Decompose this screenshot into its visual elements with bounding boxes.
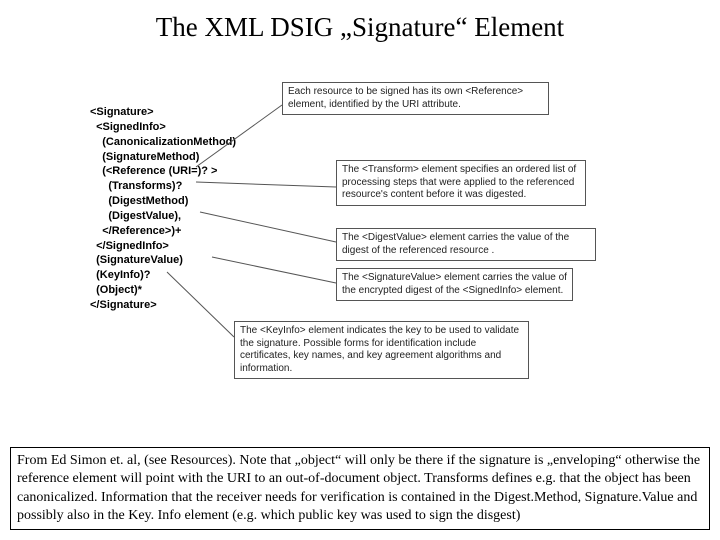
page-title: The XML DSIG „Signature“ Element xyxy=(0,0,720,43)
line-transforms: (Transforms)? xyxy=(90,180,182,192)
line-digest-value: (DigestValue), xyxy=(90,210,181,222)
line-signature-method: (SignatureMethod) xyxy=(90,151,199,163)
line-reference-open: (<Reference (URI=)? > xyxy=(90,165,217,177)
line-canonicalization: (CanonicalizationMethod) xyxy=(90,136,236,148)
line-signedinfo-close: </SignedInfo> xyxy=(90,240,169,252)
line-keyinfo: (KeyInfo)? xyxy=(90,269,151,281)
line-reference-close: </Reference>)+ xyxy=(90,225,181,237)
line-signature-value: (SignatureValue) xyxy=(90,254,183,266)
footnote-text: From Ed Simon et. al, (see Resources). N… xyxy=(10,447,710,530)
line-signature-open: <Signature> xyxy=(90,106,154,118)
callout-transform: The <Transform> element specifies an ord… xyxy=(336,160,586,206)
line-object: (Object)* xyxy=(90,284,142,296)
callout-digest: The <DigestValue> element carries the va… xyxy=(336,228,596,261)
callout-keyinfo: The <KeyInfo> element indicates the key … xyxy=(234,321,529,379)
line-digest-method: (DigestMethod) xyxy=(90,195,188,207)
line-signedinfo-open: <SignedInfo> xyxy=(90,121,166,133)
xml-structure: <Signature> <SignedInfo> (Canonicalizati… xyxy=(90,105,236,313)
callout-signature-value: The <SignatureValue> element carries the… xyxy=(336,268,573,301)
callout-reference: Each resource to be signed has its own <… xyxy=(282,82,549,115)
line-signature-close: </Signature> xyxy=(90,299,157,311)
